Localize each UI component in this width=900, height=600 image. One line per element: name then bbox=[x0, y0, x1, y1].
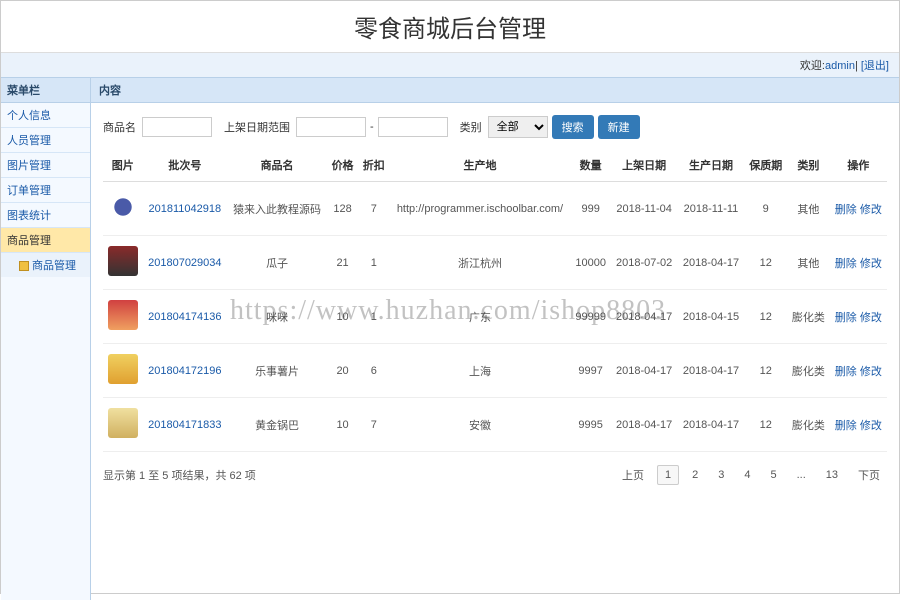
batch-link[interactable]: 201804171833 bbox=[148, 419, 221, 431]
pager-page[interactable]: 2 bbox=[685, 466, 705, 484]
delete-link[interactable]: 删除 bbox=[835, 420, 857, 432]
content-area: 内容 商品名 上架日期范围 - 类别 全部 搜索 新建 图片批次号商品名价格折扣… bbox=[91, 78, 899, 600]
delete-link[interactable]: 删除 bbox=[835, 312, 857, 324]
table-row: 201807029034瓜子211浙江杭州100002018-07-022018… bbox=[103, 236, 887, 290]
table-row: 201804174136咪咪101广东999992018-04-172018-0… bbox=[103, 290, 887, 344]
product-thumb bbox=[108, 192, 138, 222]
delete-link[interactable]: 删除 bbox=[835, 366, 857, 378]
filter-bar: 商品名 上架日期范围 - 类别 全部 搜索 新建 bbox=[103, 115, 887, 139]
batch-link[interactable]: 201807029034 bbox=[148, 257, 221, 269]
pager-next[interactable]: 下页 bbox=[851, 464, 887, 486]
pager-prev[interactable]: 上页 bbox=[615, 464, 651, 486]
edit-link[interactable]: 修改 bbox=[860, 420, 882, 432]
product-table: 图片批次号商品名价格折扣生产地数量上架日期生产日期保质期类别操作 2018110… bbox=[103, 149, 887, 452]
sidebar-subitem[interactable]: 商品管理 bbox=[1, 253, 90, 277]
table-row: 201811042918猿来入此教程源码1287http://programme… bbox=[103, 182, 887, 236]
product-name: 咪咪 bbox=[227, 290, 327, 344]
sidebar-item[interactable]: 图表统计 bbox=[1, 203, 90, 228]
name-label: 商品名 bbox=[103, 119, 136, 135]
column-header: 图片 bbox=[103, 149, 143, 182]
delete-link[interactable]: 删除 bbox=[835, 204, 857, 216]
date-label: 上架日期范围 bbox=[224, 119, 290, 135]
product-name: 瓜子 bbox=[227, 236, 327, 290]
edit-link[interactable]: 修改 bbox=[860, 204, 882, 216]
column-header: 生产地 bbox=[389, 149, 570, 182]
product-thumb bbox=[108, 408, 138, 438]
edit-link[interactable]: 修改 bbox=[860, 366, 882, 378]
table-row: 201804172196乐事薯片206上海99972018-04-172018-… bbox=[103, 344, 887, 398]
sidebar-item[interactable]: 个人信息 bbox=[1, 103, 90, 128]
sidebar-title: 菜单栏 bbox=[1, 78, 90, 103]
pager-page[interactable]: ... bbox=[790, 466, 813, 484]
column-header: 生产日期 bbox=[678, 149, 745, 182]
topbar: 欢迎:admin| [退出] bbox=[1, 53, 899, 78]
edit-link[interactable]: 修改 bbox=[860, 258, 882, 270]
product-thumb bbox=[108, 300, 138, 330]
sidebar-item[interactable]: 图片管理 bbox=[1, 153, 90, 178]
date-to-input[interactable] bbox=[378, 117, 448, 137]
product-name: 乐事薯片 bbox=[227, 344, 327, 398]
column-header: 数量 bbox=[571, 149, 611, 182]
product-name: 黄金锅巴 bbox=[227, 398, 327, 452]
welcome-text: 欢迎: bbox=[800, 60, 825, 72]
content-title: 内容 bbox=[91, 78, 899, 103]
delete-link[interactable]: 删除 bbox=[835, 258, 857, 270]
pager-page[interactable]: 4 bbox=[737, 466, 757, 484]
search-button[interactable]: 搜索 bbox=[552, 115, 594, 139]
page-header: 零食商城后台管理 bbox=[1, 1, 899, 53]
batch-link[interactable]: 201804174136 bbox=[148, 311, 221, 323]
logout-link[interactable]: [退出] bbox=[861, 60, 889, 72]
page-title: 零食商城后台管理 bbox=[1, 9, 899, 44]
column-header: 折扣 bbox=[358, 149, 389, 182]
sidebar-item[interactable]: 商品管理 bbox=[1, 228, 90, 253]
table-row: 201804171833黄金锅巴107安徽99952018-04-172018-… bbox=[103, 398, 887, 452]
username-link[interactable]: admin bbox=[825, 60, 855, 72]
category-label: 类别 bbox=[460, 119, 482, 135]
sidebar-item[interactable]: 订单管理 bbox=[1, 178, 90, 203]
pager-page[interactable]: 5 bbox=[763, 466, 783, 484]
category-select[interactable]: 全部 bbox=[488, 116, 548, 138]
pager-info: 显示第 1 至 5 项结果，共 62 项 bbox=[103, 467, 256, 483]
pager: 显示第 1 至 5 项结果，共 62 项 上页 12345... 13 下页 bbox=[103, 464, 887, 486]
column-header: 上架日期 bbox=[611, 149, 678, 182]
sidebar: 菜单栏 个人信息人员管理图片管理订单管理图表统计商品管理商品管理 bbox=[1, 78, 91, 600]
edit-link[interactable]: 修改 bbox=[860, 312, 882, 324]
column-header: 操作 bbox=[830, 149, 887, 182]
product-thumb bbox=[108, 246, 138, 276]
column-header: 保质期 bbox=[744, 149, 787, 182]
column-header: 类别 bbox=[787, 149, 830, 182]
name-input[interactable] bbox=[142, 117, 212, 137]
column-header: 批次号 bbox=[143, 149, 228, 182]
sidebar-item[interactable]: 人员管理 bbox=[1, 128, 90, 153]
batch-link[interactable]: 201804172196 bbox=[148, 365, 221, 377]
product-thumb bbox=[108, 354, 138, 384]
batch-link[interactable]: 201811042918 bbox=[149, 203, 222, 215]
pager-page[interactable]: 1 bbox=[657, 465, 679, 485]
column-header: 价格 bbox=[327, 149, 358, 182]
date-from-input[interactable] bbox=[296, 117, 366, 137]
column-header: 商品名 bbox=[227, 149, 327, 182]
pager-page[interactable]: 3 bbox=[711, 466, 731, 484]
pager-page[interactable]: 13 bbox=[819, 466, 845, 484]
document-icon bbox=[19, 261, 29, 271]
product-name: 猿来入此教程源码 bbox=[227, 182, 327, 236]
new-button[interactable]: 新建 bbox=[598, 115, 640, 139]
